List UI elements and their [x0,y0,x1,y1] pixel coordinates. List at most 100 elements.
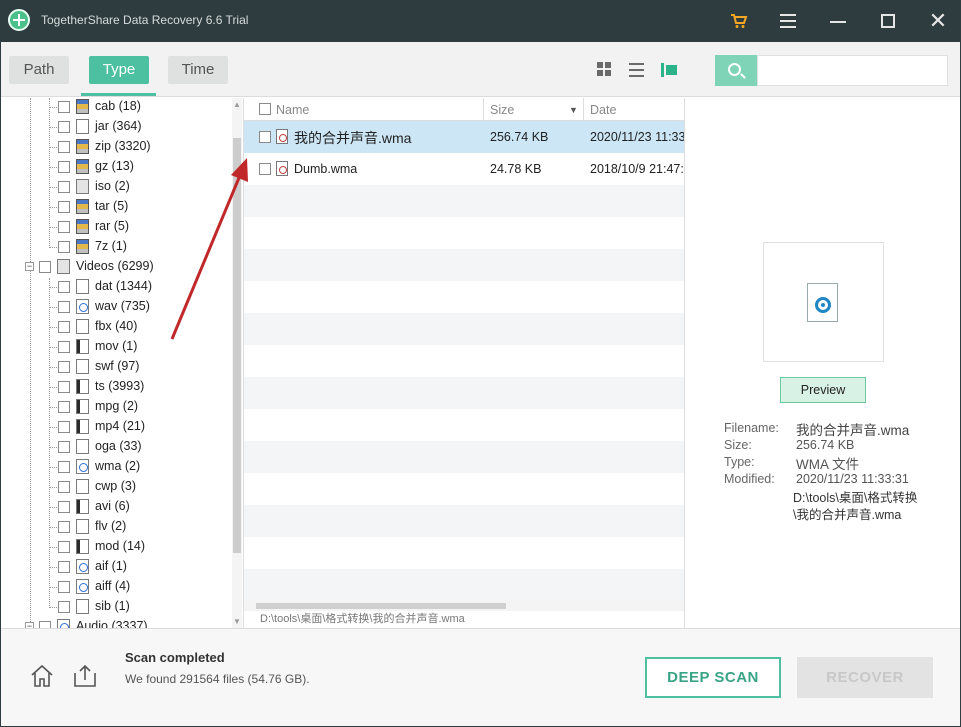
tree-item-checkbox[interactable] [58,521,70,533]
tree-item-checkbox[interactable] [58,481,70,493]
tree-item-checkbox[interactable] [58,421,70,433]
list-view-icon[interactable] [629,62,645,78]
recover-button[interactable]: RECOVER [797,657,933,698]
tree-item-checkbox[interactable] [58,101,70,113]
audio-file-icon [76,459,89,474]
tree-item[interactable]: aiff (4) [1,577,231,597]
tree-item-checkbox[interactable] [58,561,70,573]
empty-row [244,249,684,281]
tree-item-checkbox[interactable] [58,461,70,473]
tree-item-checkbox[interactable] [58,401,70,413]
list-horizontal-scrollbar[interactable] [244,601,684,611]
tree-item[interactable]: sib (1) [1,597,231,617]
column-header-date[interactable]: Date [590,103,616,117]
row-checkbox[interactable] [259,163,271,175]
sort-down-icon[interactable]: ▼ [569,105,578,115]
tab-time[interactable]: Time [168,56,228,84]
tree-item[interactable]: ts (3993) [1,377,231,397]
preview-button[interactable]: Preview [780,377,866,403]
tree-item[interactable]: rar (5) [1,217,231,237]
tree-item-checkbox[interactable] [58,581,70,593]
row-checkbox[interactable] [259,131,271,143]
tree-item-label: jar (364) [95,119,142,133]
tree-item[interactable]: tar (5) [1,197,231,217]
minimize-icon[interactable] [826,9,850,33]
tree-item-checkbox[interactable] [58,501,70,513]
tree-item-checkbox[interactable] [58,281,70,293]
tree-item-checkbox[interactable] [58,601,70,613]
tree-item[interactable]: 7z (1) [1,237,231,257]
cell-date: 2020/11/23 11:33:31 [590,130,685,144]
empty-row [244,409,684,441]
tree-item-checkbox[interactable] [58,301,70,313]
tree-item[interactable]: dat (1344) [1,277,231,297]
tab-path[interactable]: Path [9,56,69,84]
tree-item[interactable]: iso (2) [1,177,231,197]
tree-item-checkbox[interactable] [58,221,70,233]
tree-item[interactable]: jar (364) [1,117,231,137]
table-row[interactable]: Dumb.wma 24.78 KB 2018/10/9 21:47: [244,153,684,185]
tree-item-checkbox[interactable] [58,161,70,173]
search-input[interactable] [757,55,948,86]
tree-scrollbar[interactable]: ▲ ▼ [232,98,242,628]
tree-item[interactable]: oga (33) [1,437,231,457]
tree-item-checkbox[interactable] [58,441,70,453]
tree-item-checkbox[interactable] [58,341,70,353]
tree-item[interactable]: fbx (40) [1,317,231,337]
tree-item[interactable]: − Audio (3337) [1,617,231,628]
search-button[interactable] [715,55,757,86]
empty-row [244,281,684,313]
tree-item[interactable]: wav (735) [1,297,231,317]
tree-item[interactable]: zip (3320) [1,137,231,157]
tree-item[interactable]: mpg (2) [1,397,231,417]
select-all-checkbox[interactable] [259,103,271,115]
column-header-size[interactable]: Size [490,103,514,117]
tree-item-label: aif (1) [95,559,127,573]
tree-item-label: wav (735) [95,299,150,313]
tree-item[interactable]: aif (1) [1,557,231,577]
tree-item-checkbox[interactable] [58,141,70,153]
tree-item[interactable]: mp4 (21) [1,417,231,437]
tree-item-checkbox[interactable] [58,241,70,253]
tree-item-label: sib (1) [95,599,130,613]
tree-item[interactable]: mod (14) [1,537,231,557]
home-icon[interactable] [29,663,55,689]
tree-item[interactable]: mov (1) [1,337,231,357]
cart-icon[interactable] [727,9,751,33]
tree-item-checkbox[interactable] [58,181,70,193]
close-icon[interactable]: ✕ [926,9,950,33]
table-row[interactable]: 我的合并声音.wma 256.74 KB 2020/11/23 11:33:31 [244,121,685,153]
title-bar: TogetherShare Data Recovery 6.6 Trial ✕ [1,1,960,42]
grid-view-icon[interactable] [597,62,613,78]
tree-item-checkbox[interactable] [39,261,51,273]
tree-item[interactable]: − Videos (6299) [1,257,231,277]
tree-item[interactable]: gz (13) [1,157,231,177]
deep-scan-button[interactable]: DEEP SCAN [645,657,781,698]
tree-item-checkbox[interactable] [58,321,70,333]
export-icon[interactable] [72,663,98,689]
tree-item-checkbox[interactable] [39,621,51,628]
column-header-name[interactable]: Name [276,103,309,117]
tree-item-checkbox[interactable] [58,361,70,373]
tree-item-checkbox[interactable] [58,121,70,133]
tree-item-label: zip (3320) [95,139,151,153]
tree-item[interactable]: avi (6) [1,497,231,517]
tree-item[interactable]: cab (18) [1,98,231,117]
app-window: TogetherShare Data Recovery 6.6 Trial ✕ … [0,0,961,727]
tree-item[interactable]: swf (97) [1,357,231,377]
file-type-tree: cab (18) jar (364) zip (3320) gz (13) iso (2… [1,98,242,628]
maximize-icon[interactable] [876,9,900,33]
tab-type[interactable]: Type [89,56,149,84]
tree-item[interactable]: flv (2) [1,517,231,537]
file-icon [76,279,89,294]
tree-item[interactable]: cwp (3) [1,477,231,497]
tree-item-checkbox[interactable] [58,201,70,213]
detail-view-icon[interactable] [661,62,677,78]
collapse-toggle-icon[interactable]: − [25,262,34,271]
tree-scrollbar-thumb[interactable] [233,138,241,553]
tree-item-checkbox[interactable] [58,541,70,553]
list-scrollbar-thumb[interactable] [256,603,506,609]
tree-item-checkbox[interactable] [58,381,70,393]
menu-icon[interactable] [776,9,800,33]
tree-item[interactable]: wma (2) [1,457,231,477]
